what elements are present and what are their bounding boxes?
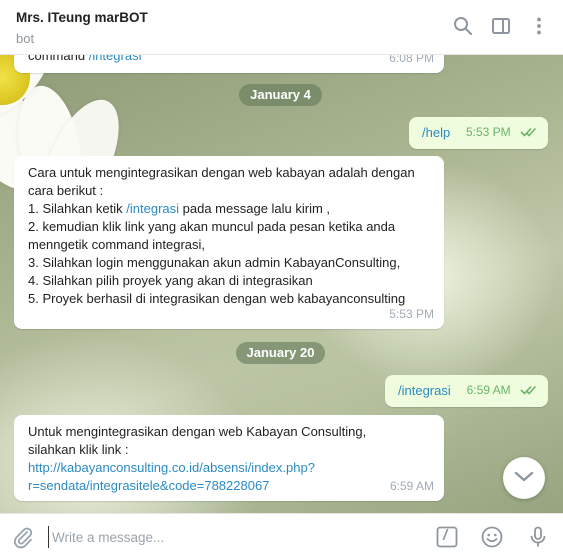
message-line: 5. Proyek berhasil di integrasikan denga… — [28, 291, 406, 306]
bot-command-button[interactable]: / — [435, 525, 459, 549]
message-text[interactable]: /integrasi — [398, 382, 451, 400]
compose-bar: / — [0, 513, 563, 559]
scroll-to-bottom-button[interactable] — [503, 457, 545, 499]
message-input[interactable] — [48, 526, 422, 548]
message-text[interactable]: /help — [422, 124, 450, 142]
emoji-icon[interactable] — [480, 525, 504, 549]
message-line: pada message lalu kirim , — [179, 201, 331, 216]
message-line: cara berikut : — [28, 183, 104, 198]
message-time: 5:53 PM — [389, 307, 434, 321]
bot-command-label: / — [443, 527, 448, 544]
message-time: 6:08 PM — [389, 55, 434, 65]
url-link[interactable]: r=sendata/integrasitele&code=788228067 — [28, 477, 398, 495]
date-separator: January 20 — [236, 342, 325, 364]
message-time: 6:59 AM — [466, 383, 511, 398]
chevron-down-icon — [514, 471, 534, 482]
chat-header: Mrs. ITeung marBOT bot — [0, 0, 563, 55]
message-time: 5:53 PM — [465, 125, 511, 140]
more-vertical-icon[interactable] — [528, 15, 550, 37]
message-incoming[interactable]: Untuk mengintegrasikan dengan web Kabaya… — [14, 415, 444, 501]
chat-status: bot — [16, 31, 35, 46]
chat-title[interactable]: Mrs. ITeung marBOT — [16, 10, 148, 25]
message-line: 2. kemudian klik link yang akan muncul p… — [28, 219, 396, 234]
read-checks-icon — [520, 124, 538, 142]
url-link[interactable]: http://kabayanconsulting.co.id/absensi/i… — [28, 459, 398, 477]
message-line: Cara untuk mengintegrasikan dengan web k… — [28, 165, 415, 180]
search-icon[interactable] — [452, 15, 474, 37]
message-incoming[interactable]: command /integrasi 6:08 PM — [14, 55, 444, 73]
message-text: command — [28, 55, 89, 63]
message-line: 3. Silahkan login menggunakan akun admin… — [28, 255, 401, 270]
sidebar-toggle-icon[interactable] — [490, 15, 512, 37]
message-line: Untuk mengintegrasikan dengan web Kabaya… — [28, 424, 367, 439]
microphone-icon[interactable] — [526, 525, 550, 549]
read-checks-icon — [520, 382, 538, 400]
message-time: 6:59 AM — [389, 479, 434, 493]
message-line: 1. Silahkan ketik — [28, 201, 127, 216]
attach-icon[interactable] — [11, 525, 35, 549]
message-line: menngetik command integrasi, — [28, 237, 206, 252]
message-line: silahkan klik link : — [28, 442, 129, 457]
command-link[interactable]: /integrasi — [89, 55, 142, 63]
message-outgoing[interactable]: /help 5:53 PM — [409, 117, 548, 149]
message-list[interactable]: command /integrasi 6:08 PM January 4 /he… — [0, 55, 563, 513]
command-link[interactable]: /integrasi — [126, 201, 179, 216]
date-separator: January 4 — [239, 84, 322, 106]
message-outgoing[interactable]: /integrasi 6:59 AM — [385, 375, 548, 407]
message-incoming[interactable]: Cara untuk mengintegrasikan dengan web k… — [14, 156, 444, 329]
message-line: 4. Silahkan pilih proyek yang akan di in… — [28, 273, 313, 288]
